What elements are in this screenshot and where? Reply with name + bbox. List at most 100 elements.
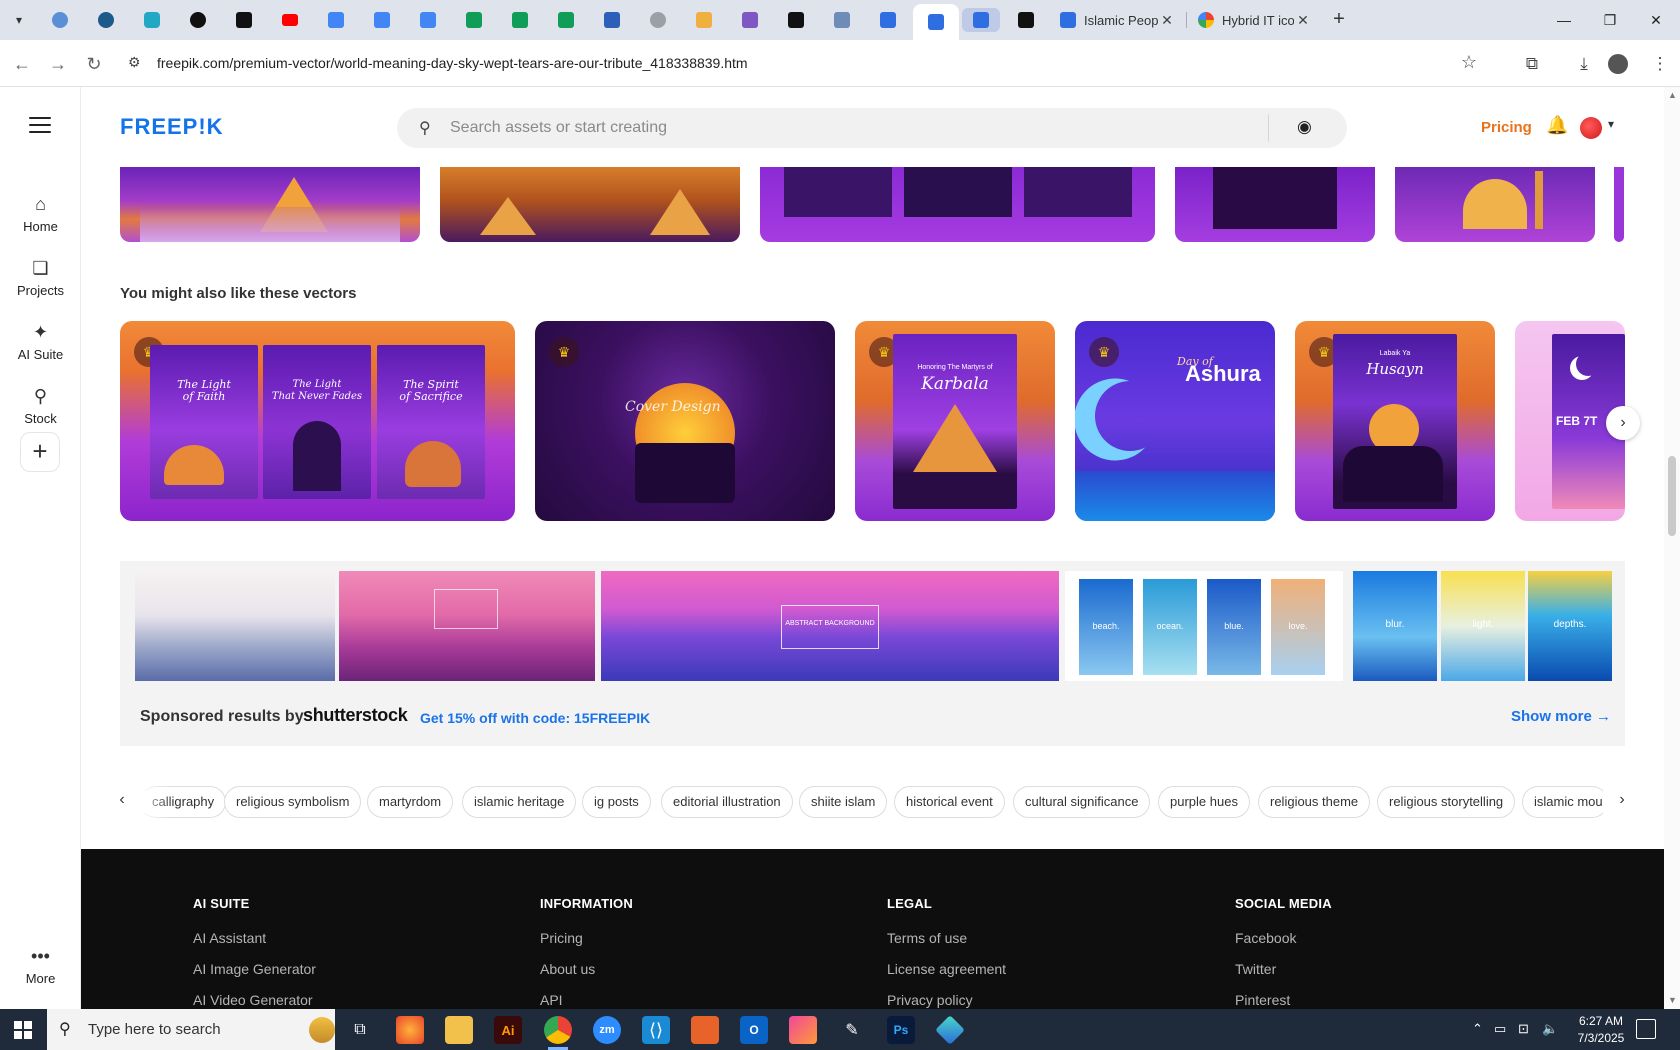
task-view-icon[interactable]: ⧉: [346, 1016, 374, 1044]
pinned-tab[interactable]: [412, 8, 444, 32]
footer-link[interactable]: API: [540, 992, 633, 1009]
chrome-icon[interactable]: [544, 1016, 572, 1050]
tag-chip[interactable]: ig posts: [582, 786, 651, 818]
tag-chip[interactable]: cultural significance: [1013, 786, 1151, 818]
xampp-icon[interactable]: [691, 1016, 719, 1044]
related-thumbnail[interactable]: [120, 167, 420, 242]
footer-link[interactable]: Pinterest: [1235, 992, 1332, 1009]
windows-start-icon[interactable]: [14, 1021, 32, 1039]
taskbar-clock[interactable]: 6:27 AM 7/3/2025: [1568, 1013, 1634, 1047]
tag-chip[interactable]: historical event: [894, 786, 1005, 818]
footer-link[interactable]: AI Image Generator: [193, 961, 316, 992]
show-more-link[interactable]: Show more →: [1511, 708, 1611, 725]
scrollbar-thumb[interactable]: [1668, 456, 1676, 536]
firefox-icon[interactable]: [396, 1016, 424, 1044]
app-icon[interactable]: [935, 1015, 965, 1045]
site-settings-icon[interactable]: ⚙: [128, 54, 141, 71]
outlook-icon[interactable]: O: [740, 1016, 768, 1044]
sponsored-image[interactable]: blur.: [1353, 571, 1437, 681]
pinned-tab[interactable]: [458, 8, 490, 32]
related-thumbnail[interactable]: [1614, 167, 1624, 242]
sponsored-image[interactable]: beach. ocean. blue. love.: [1065, 571, 1343, 681]
tag-chip[interactable]: purple hues: [1158, 786, 1250, 818]
pinned-tab[interactable]: [688, 8, 720, 32]
sponsored-image[interactable]: [339, 571, 595, 681]
search-input[interactable]: [450, 108, 1270, 148]
pinned-tab[interactable]: [90, 8, 122, 32]
address-bar[interactable]: ⚙ freepik.com/premium-vector/world-meani…: [120, 45, 1485, 81]
related-thumbnail[interactable]: [1175, 167, 1375, 242]
chevron-right-icon[interactable]: ›: [1612, 791, 1632, 809]
sponsored-image[interactable]: [135, 571, 335, 681]
browser-tab[interactable]: Islamic Peop ✕: [1052, 5, 1184, 35]
sponsored-image[interactable]: depths.: [1528, 571, 1612, 681]
pinned-tab[interactable]: [136, 8, 168, 32]
pinned-tab[interactable]: [366, 8, 398, 32]
back-icon[interactable]: ←: [10, 52, 34, 76]
footer-link[interactable]: Pricing: [540, 930, 633, 961]
chevron-left-icon[interactable]: ‹: [112, 791, 132, 809]
footer-link[interactable]: About us: [540, 961, 633, 992]
scroll-down-icon[interactable]: ▼: [1668, 995, 1677, 1005]
battery-icon[interactable]: ▭: [1494, 1021, 1506, 1037]
tag-chip[interactable]: shiite islam: [799, 786, 888, 818]
sponsored-image[interactable]: ABSTRACT BACKGROUND: [601, 571, 1059, 681]
vector-card[interactable]: ♛ The Light of Faith The Light That Neve…: [120, 321, 515, 521]
related-thumbnail[interactable]: [440, 167, 740, 242]
close-window-button[interactable]: ✕: [1633, 6, 1679, 34]
bookmark-star-icon[interactable]: ☆: [1461, 52, 1477, 73]
pinned-tab[interactable]: [228, 8, 260, 32]
sponsored-image[interactable]: light.: [1441, 571, 1525, 681]
pinned-tab-active[interactable]: [913, 4, 959, 40]
network-icon[interactable]: ⊡: [1518, 1021, 1529, 1037]
vector-card[interactable]: ♛ Cover Design: [535, 321, 835, 521]
footer-link[interactable]: AI Assistant: [193, 930, 316, 961]
tag-chip[interactable]: islamic heritage: [462, 786, 577, 818]
pinned-tab[interactable]: [962, 8, 1000, 32]
sidebar-item-projects[interactable]: ❏ Projects: [0, 257, 81, 298]
browser-tab[interactable]: Hybrid IT ico ✕: [1190, 5, 1320, 35]
pinned-tab[interactable]: [734, 8, 766, 32]
pinned-tab[interactable]: [872, 8, 904, 32]
browser-menu-icon[interactable]: ⋮: [1648, 52, 1672, 76]
tab-search-dropdown-icon[interactable]: ▾: [6, 8, 32, 32]
tag-chip[interactable]: religious symbolism: [224, 786, 362, 818]
extensions-icon[interactable]: ⧉: [1520, 52, 1544, 76]
footer-link[interactable]: Facebook: [1235, 930, 1332, 961]
pinned-tab[interactable]: [596, 8, 628, 32]
vscode-icon[interactable]: ⟨⟩: [642, 1016, 670, 1044]
pinned-tab[interactable]: [504, 8, 536, 32]
notifications-bell-icon[interactable]: 🔔: [1546, 115, 1568, 136]
tag-chip[interactable]: editorial illustration: [661, 786, 793, 818]
hamburger-menu-icon[interactable]: [29, 117, 51, 133]
pinned-tab[interactable]: [320, 8, 352, 32]
vector-card[interactable]: ♛ Labaik Ya Husayn: [1295, 321, 1495, 521]
chevron-down-icon[interactable]: ▾: [1608, 117, 1614, 131]
pinned-tab[interactable]: [1010, 8, 1042, 32]
download-icon[interactable]: ⤓: [1572, 52, 1596, 76]
tag-chip[interactable]: martyrdom: [367, 786, 454, 818]
camera-search-icon[interactable]: ◉: [1297, 117, 1312, 137]
pinned-tab[interactable]: [826, 8, 858, 32]
sidebar-item-stock[interactable]: ⚲ Stock: [0, 385, 81, 426]
zoom-icon[interactable]: zm: [593, 1016, 621, 1044]
vector-card[interactable]: ♛ Honoring The Martyrs of Karbala: [855, 321, 1055, 521]
notifications-icon[interactable]: [1636, 1019, 1656, 1039]
pinned-tab[interactable]: [780, 8, 812, 32]
new-tab-button[interactable]: +: [1327, 8, 1351, 32]
shutterstock-logo[interactable]: shutterstock: [303, 705, 408, 726]
tag-chip[interactable]: religious storytelling: [1377, 786, 1516, 818]
freepik-logo[interactable]: FREEP!K: [120, 114, 224, 140]
add-button[interactable]: +: [20, 432, 60, 472]
illustrator-icon[interactable]: Ai: [494, 1016, 522, 1044]
footer-link[interactable]: Privacy policy: [887, 992, 1006, 1009]
show-hidden-icons-icon[interactable]: ⌃: [1472, 1021, 1483, 1037]
related-thumbnail[interactable]: [760, 167, 1155, 242]
footer-link[interactable]: Twitter: [1235, 961, 1332, 992]
page-scrollbar[interactable]: [1664, 87, 1680, 1009]
footer-link[interactable]: AI Video Generator: [193, 992, 316, 1009]
pen-tool-icon[interactable]: ✎: [838, 1016, 866, 1044]
forward-icon[interactable]: →: [46, 52, 70, 76]
taskbar-search[interactable]: ⚲ Type here to search: [47, 1009, 335, 1050]
profile-avatar-icon[interactable]: [1608, 54, 1628, 74]
